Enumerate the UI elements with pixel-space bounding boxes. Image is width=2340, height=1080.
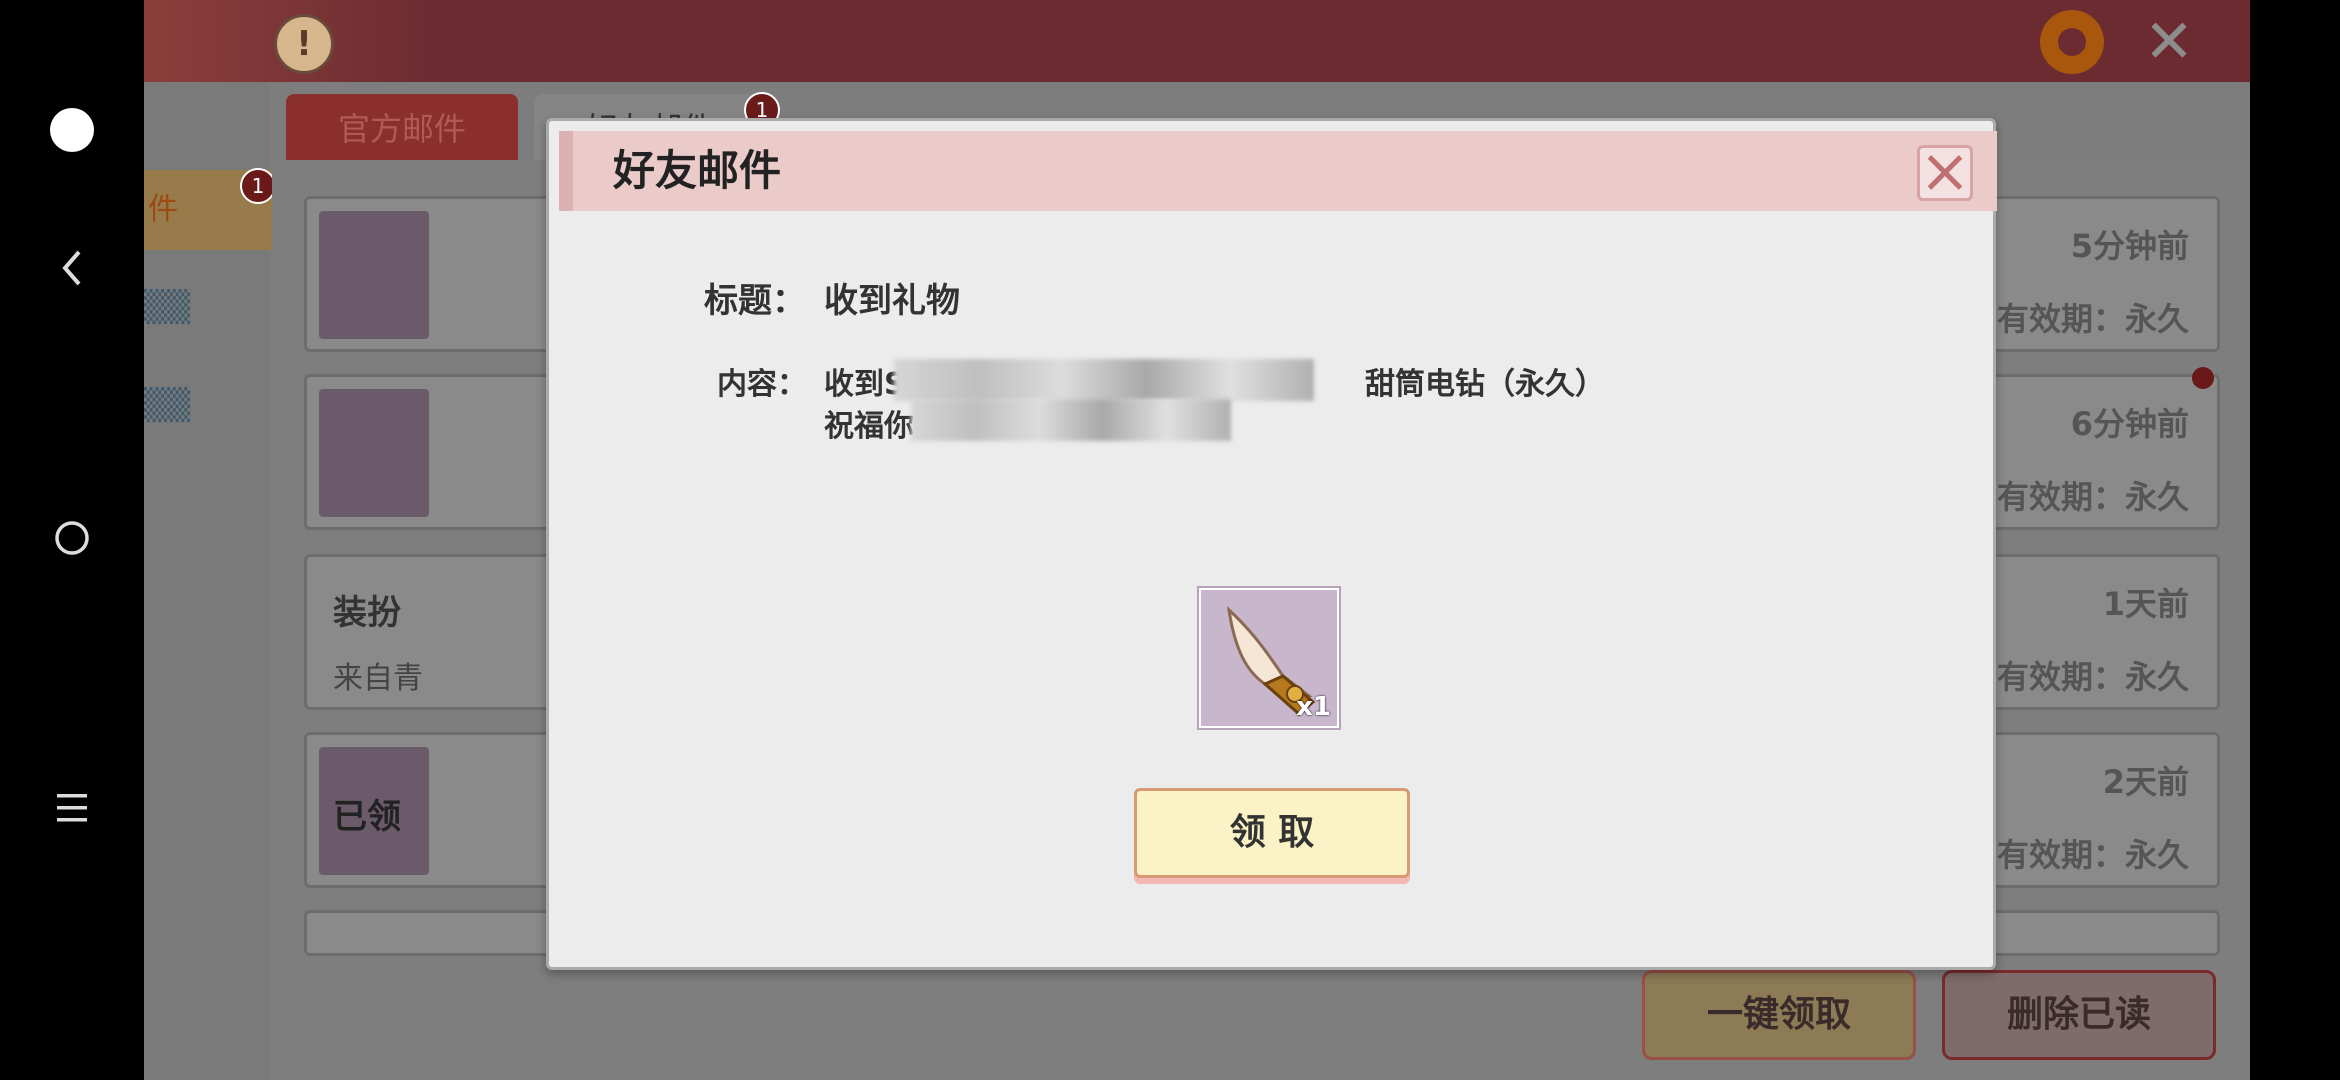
sidebar-link[interactable]: ▒▒ [144,290,234,325]
record-circle-icon[interactable] [49,107,95,157]
mail-time: 1天前 [2102,585,2189,623]
mail-validity: 有效期：永久 [1996,478,2189,516]
back-icon[interactable] [57,248,87,292]
mail-validity: 有效期：永久 [1996,836,2189,874]
mail-validity: 有效期：永久 [1996,658,2189,696]
sidebar-link[interactable]: ▒▒ [144,388,234,423]
ice-cream-icon [319,211,429,339]
mail-sender: 来自青 [333,661,423,696]
title-value: 收到礼物 [824,281,960,321]
title-label: 标题： [704,281,806,321]
chocolate-icon [319,389,429,517]
mail-time: 2天前 [2102,763,2189,801]
content-line1-suffix: 甜筒电钻（永久） [1365,367,1605,402]
ice-cream-cone-icon[interactable]: x1 [1199,588,1339,728]
mail-time: 5分钟前 [2070,227,2189,265]
tab-official-mail[interactable]: 官方邮件 [286,94,518,164]
claim-all-button[interactable]: 一键领取 [1642,970,1916,1060]
android-nav-bar [0,0,144,1080]
notification-dot [2192,367,2214,389]
game-screen: ! ✕ 件 1 ▒▒ ▒▒ 官方邮件 好友邮件 1 5分钟前 有效期：永久 6分… [144,0,2250,1080]
close-icon[interactable]: ✕ [2139,12,2199,72]
top-bar: ! ✕ [144,0,2250,82]
dialog-header: 好友邮件 [559,131,1997,211]
home-icon[interactable] [52,518,92,562]
content-line2-prefix: 祝福你 [824,409,914,444]
claimed-stamp: 已领 [333,797,401,837]
gear-icon[interactable] [2040,10,2104,74]
mail-validity: 有效期：永久 [1996,300,2189,338]
redacted-text [911,399,1231,441]
redacted-text [894,359,1314,401]
sidebar-tab-label: 件 [148,192,178,227]
tab-label: 官方邮件 [337,110,466,148]
right-edge [2250,0,2340,1080]
info-icon[interactable]: ! [274,14,334,74]
dialog-title: 好友邮件 [613,146,782,195]
claim-button[interactable]: 领 取 [1134,788,1410,878]
close-icon[interactable] [1917,145,1973,201]
item-quantity: x1 [1296,692,1331,722]
delete-read-button[interactable]: 删除已读 [1942,970,2216,1060]
cake-icon: 已领 [319,747,429,875]
notification-badge: 1 [240,168,276,204]
menu-icon[interactable] [55,792,89,828]
mail-title: 装扮 [333,593,401,633]
content-label: 内容： [717,367,807,402]
mail-time: 6分钟前 [2070,405,2189,443]
friend-mail-dialog: 好友邮件 标题： 收到礼物 内容： 收到S 甜筒电钻（永久） 祝福你 x1 领 … [546,118,1997,970]
